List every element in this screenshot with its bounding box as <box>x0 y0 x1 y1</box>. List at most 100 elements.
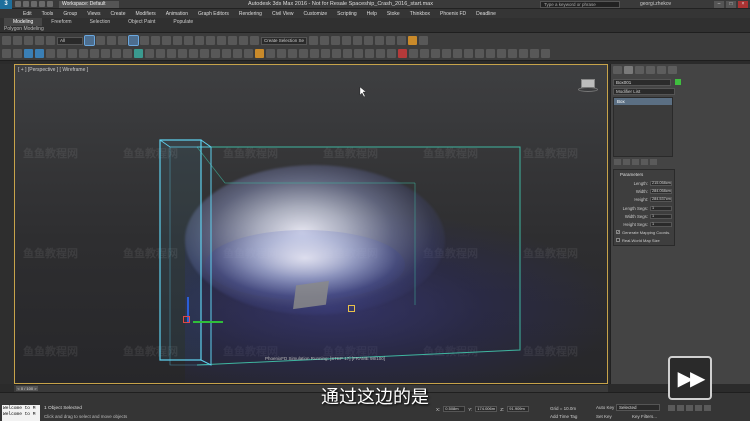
vray-toon-icon[interactable] <box>475 49 484 58</box>
menu-rendering[interactable]: Rendering <box>234 11 267 17</box>
menu-graph-editors[interactable]: Graph Editors <box>193 11 234 17</box>
menu-phoenix-fd[interactable]: Phoenix FD <box>435 11 471 17</box>
maximize-button[interactable]: □ <box>726 1 736 8</box>
redo-icon[interactable] <box>47 1 53 7</box>
configure-sets-icon[interactable] <box>650 159 657 165</box>
named-selection-dropdown[interactable]: Create Selection Se <box>261 36 307 45</box>
vray-help-icon[interactable] <box>519 49 528 58</box>
vray-displace-icon[interactable] <box>497 49 506 58</box>
object-color-swatch[interactable] <box>675 79 681 86</box>
fast-forward-badge[interactable]: ▶▶ <box>668 356 712 400</box>
layer-explorer-icon[interactable] <box>331 36 340 45</box>
width-field[interactable]: 284.058cm <box>650 188 672 194</box>
menu-group[interactable]: Group <box>58 11 82 17</box>
phoenix-fire-smoke-icon[interactable] <box>24 49 33 58</box>
play-icon[interactable] <box>686 405 693 411</box>
schematic-view-icon[interactable] <box>364 36 373 45</box>
save-file-icon[interactable] <box>31 1 37 7</box>
display-tab-icon[interactable] <box>657 66 666 74</box>
menu-civil-view[interactable]: Civil View <box>267 11 299 17</box>
vray-lens-icon[interactable] <box>409 49 418 58</box>
viewcube[interactable] <box>578 79 598 95</box>
phoenix-arrow-left-icon[interactable] <box>2 49 11 58</box>
viewcube-compass[interactable] <box>578 87 598 92</box>
key-filters-button[interactable]: Key Filters... <box>632 414 657 419</box>
height-field[interactable]: 284.537cm <box>650 196 672 202</box>
next-frame-icon[interactable] <box>695 405 702 411</box>
generate-mapping-checkbox[interactable]: ✓ <box>616 230 620 234</box>
pin-stack-icon[interactable] <box>614 159 621 165</box>
redo-button-icon[interactable] <box>13 36 22 45</box>
vray-light-lister-icon[interactable] <box>376 49 385 58</box>
tab-freeform[interactable]: Freeform <box>42 18 80 26</box>
snaps-toggle-icon[interactable] <box>206 36 215 45</box>
menu-tools[interactable]: Tools <box>37 11 59 17</box>
vray-plane-icon[interactable] <box>332 49 341 58</box>
phoenix-arrow-right-icon[interactable] <box>13 49 22 58</box>
render-setup-icon[interactable] <box>386 36 395 45</box>
show-end-result-icon[interactable] <box>623 159 630 165</box>
perspective-viewport[interactable]: [ + ] [Perspective ] [ Wireframe ] 鱼鱼教程网… <box>14 64 608 384</box>
vray-render-icon[interactable] <box>255 49 264 58</box>
manipulate-icon[interactable] <box>184 36 193 45</box>
modifier-list-dropdown[interactable]: Modifier List <box>613 88 675 95</box>
make-unique-icon[interactable] <box>632 159 639 165</box>
vray-scatter-icon[interactable] <box>464 49 473 58</box>
menu-animation[interactable]: Animation <box>161 11 193 17</box>
material-editor-icon[interactable] <box>375 36 384 45</box>
vray-sun-icon[interactable] <box>288 49 297 58</box>
height-segs-field[interactable]: 1 <box>650 221 672 227</box>
phoenix-follow-icon[interactable] <box>211 49 220 58</box>
phoenix-brush-icon[interactable] <box>200 49 209 58</box>
vray-tools-icon[interactable] <box>530 49 539 58</box>
pivot-center-icon[interactable] <box>173 36 182 45</box>
maxscript-listener[interactable]: Welcome to M Welcome to M <box>2 405 40 421</box>
ribbon-sub-label[interactable]: Polygon Modeling <box>4 26 44 32</box>
vray-camera-icon[interactable] <box>354 49 363 58</box>
phoenix-planar-icon[interactable] <box>233 49 242 58</box>
menu-create[interactable]: Create <box>105 11 130 17</box>
vray-exposure-icon[interactable] <box>387 49 396 58</box>
hierarchy-tab-icon[interactable] <box>635 66 644 74</box>
bind-space-warp-icon[interactable] <box>46 36 55 45</box>
select-by-name-icon[interactable] <box>96 36 105 45</box>
select-object-icon[interactable] <box>84 35 95 46</box>
tab-populate[interactable]: Populate <box>164 18 202 26</box>
vray-fur-icon[interactable] <box>321 49 330 58</box>
selection-filter-dropdown[interactable]: All <box>57 36 83 45</box>
unlink-icon[interactable] <box>35 36 44 45</box>
menu-stoke[interactable]: Stoke <box>382 11 405 17</box>
stack-item-box[interactable]: Box <box>614 98 672 105</box>
key-mode-dropdown[interactable]: Selected <box>616 404 660 411</box>
toggle-ribbon-icon[interactable] <box>342 36 351 45</box>
workspace-dropdown[interactable]: Workspace: Default <box>59 0 119 8</box>
menu-edit[interactable]: Edit <box>18 11 37 17</box>
mirror-icon[interactable] <box>309 36 318 45</box>
vray-decal-icon[interactable] <box>453 49 462 58</box>
phoenix-tex-icon[interactable] <box>123 49 132 58</box>
phoenix-mist-icon[interactable] <box>101 49 110 58</box>
y-coordinate-field[interactable]: 174.006m <box>475 406 498 412</box>
phoenix-source-icon[interactable] <box>46 49 55 58</box>
length-segs-field[interactable]: 1 <box>650 205 672 211</box>
vray-about-icon[interactable] <box>541 49 550 58</box>
user-account[interactable]: georgi.zhekov <box>640 0 671 9</box>
link-icon[interactable] <box>24 36 33 45</box>
angle-snap-icon[interactable] <box>217 36 226 45</box>
percent-snap-icon[interactable] <box>228 36 237 45</box>
render-iterative-icon[interactable] <box>419 36 428 45</box>
vray-fb-icon[interactable] <box>266 49 275 58</box>
menu-customize[interactable]: Customize <box>299 11 333 17</box>
keyboard-shortcut-icon[interactable] <box>195 36 204 45</box>
select-rotate-icon[interactable] <box>140 36 149 45</box>
vray-settings-icon[interactable] <box>420 49 429 58</box>
vray-proxy-icon[interactable] <box>310 49 319 58</box>
rect-selection-icon[interactable] <box>107 36 116 45</box>
menu-modifiers[interactable]: Modifiers <box>130 11 160 17</box>
real-world-map-checkbox[interactable] <box>616 238 620 242</box>
phoenix-vray-icon[interactable] <box>244 49 253 58</box>
phoenix-voxel-icon[interactable] <box>189 49 198 58</box>
set-key-button[interactable]: Set Key <box>596 414 612 419</box>
vray-env-fog-icon[interactable] <box>486 49 495 58</box>
utilities-tab-icon[interactable] <box>668 66 677 74</box>
